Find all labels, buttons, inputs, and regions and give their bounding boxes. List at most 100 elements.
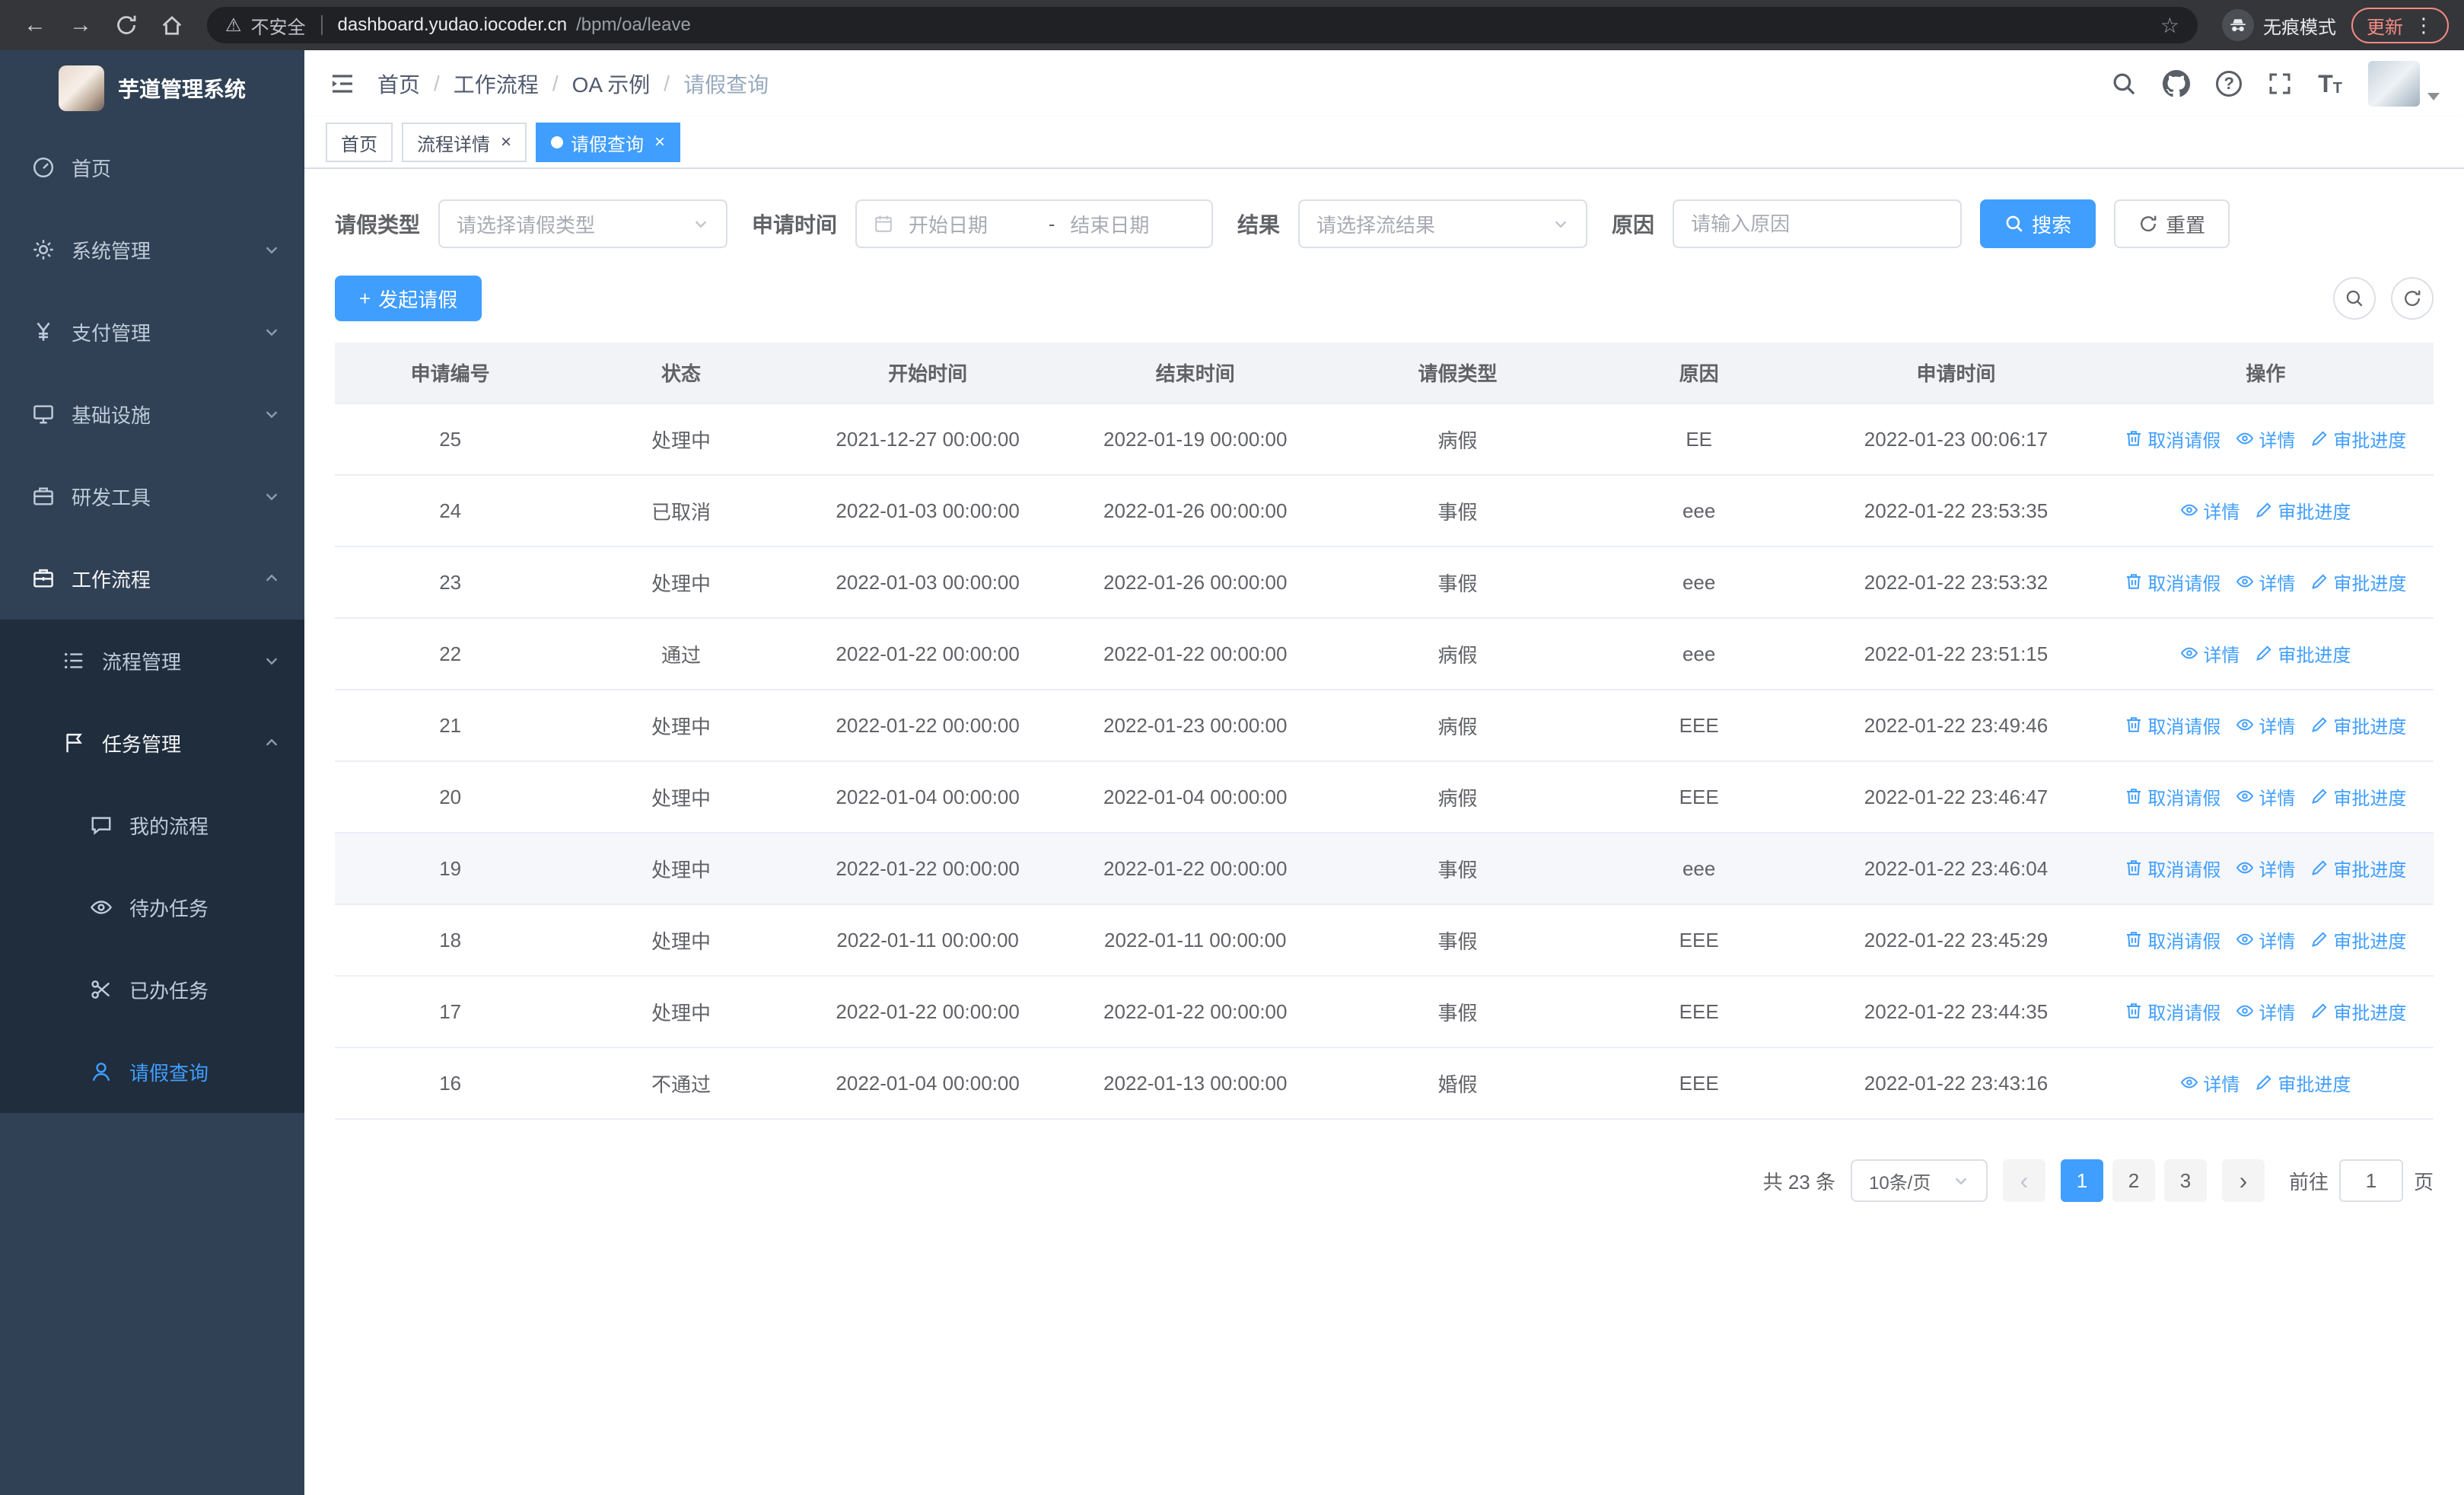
- sidebar-item-done-tasks[interactable]: 已办任务: [0, 948, 304, 1031]
- page-jump-input[interactable]: [2338, 1159, 2403, 1202]
- tab-process-detail[interactable]: 流程详情 ×: [402, 123, 527, 162]
- action-detail[interactable]: 详情: [2180, 1069, 2240, 1096]
- help-icon[interactable]: ?: [2216, 71, 2243, 97]
- close-icon[interactable]: ×: [501, 133, 511, 151]
- cell-reason: eee: [1583, 833, 1815, 905]
- action-progress[interactable]: 审批进度: [2255, 1069, 2351, 1096]
- page-3-button[interactable]: 3: [2163, 1159, 2207, 1202]
- action-cancel[interactable]: 取消请假: [2125, 426, 2220, 452]
- create-leave-button[interactable]: + 发起请假: [335, 276, 482, 321]
- cell-leave-type: 病假: [1332, 618, 1584, 690]
- fullscreen-icon[interactable]: [2268, 72, 2292, 96]
- cell-apply-id: 17: [335, 976, 566, 1048]
- cell-end-time: 2022-01-22 00:00:00: [1059, 618, 1332, 690]
- search-icon[interactable]: [2111, 71, 2137, 97]
- action-progress[interactable]: 审批进度: [2310, 569, 2406, 595]
- action-progress[interactable]: 审批进度: [2310, 855, 2406, 881]
- reset-button[interactable]: 重置: [2114, 199, 2230, 248]
- action-detail[interactable]: 详情: [2236, 926, 2295, 953]
- close-icon[interactable]: ×: [654, 133, 665, 151]
- action-detail[interactable]: 详情: [2236, 783, 2295, 810]
- action-cancel[interactable]: 取消请假: [2125, 783, 2220, 810]
- url-path: /bpm/oa/leave: [576, 14, 691, 35]
- action-cancel[interactable]: 取消请假: [2125, 855, 2220, 881]
- github-icon[interactable]: [2163, 70, 2191, 97]
- browser-chrome: ← → ⚠ 不安全 dashboard.yudao.iocoder.cn/bpm…: [0, 0, 2464, 50]
- breadcrumb-item-oa-example[interactable]: OA 示例: [572, 69, 651, 99]
- browser-menu-icon[interactable]: ⋮: [2414, 14, 2434, 37]
- action-progress[interactable]: 审批进度: [2310, 712, 2406, 738]
- next-page-button[interactable]: ›: [2221, 1159, 2265, 1202]
- sidebar-item-system[interactable]: 系统管理: [0, 209, 304, 291]
- leave-type-select[interactable]: 请选择请假类型: [438, 199, 728, 248]
- font-size-icon[interactable]: TT: [2318, 72, 2342, 96]
- col-apply-id: 申请编号: [335, 343, 566, 404]
- tab-leave-query[interactable]: 请假查询 ×: [536, 123, 681, 162]
- sidebar-item-my-process[interactable]: 我的流程: [0, 784, 304, 866]
- breadcrumb-item-home[interactable]: 首页: [377, 69, 420, 99]
- update-button[interactable]: 更新 ⋮: [2351, 7, 2449, 43]
- action-cancel[interactable]: 取消请假: [2125, 998, 2220, 1025]
- apply-time-range-picker[interactable]: 开始日期 - 结束日期: [855, 199, 1214, 248]
- hamburger-icon[interactable]: [329, 70, 356, 97]
- sidebar-item-leave-query[interactable]: 请假查询: [0, 1031, 304, 1113]
- tab-label: 首页: [341, 134, 377, 155]
- breadcrumb-item-workflow[interactable]: 工作流程: [454, 69, 539, 99]
- table-header-row: 申请编号 状态 开始时间 结束时间 请假类型 原因 申请时间 操作: [335, 343, 2434, 404]
- action-detail[interactable]: 详情: [2180, 497, 2240, 524]
- cell-end-time: 2022-01-26 00:00:00: [1059, 475, 1332, 547]
- action-cancel[interactable]: 取消请假: [2125, 569, 2220, 595]
- sidebar-item-home[interactable]: 首页: [0, 126, 304, 209]
- page-1-button[interactable]: 1: [2060, 1159, 2103, 1202]
- view-icon: [2236, 930, 2254, 948]
- reason-input[interactable]: [1674, 201, 1961, 247]
- action-detail[interactable]: 详情: [2236, 426, 2295, 452]
- action-progress[interactable]: 审批进度: [2310, 783, 2406, 810]
- pager-pages: 123: [2060, 1159, 2207, 1202]
- result-select[interactable]: 请选择流结果: [1298, 199, 1588, 248]
- action-detail[interactable]: 详情: [2236, 712, 2295, 738]
- action-progress[interactable]: 审批进度: [2310, 998, 2406, 1025]
- action-detail[interactable]: 详情: [2236, 855, 2295, 881]
- search-toggle-button[interactable]: [2333, 277, 2376, 320]
- search-button[interactable]: 搜索: [1980, 199, 2096, 248]
- prev-page-button[interactable]: ‹: [2002, 1159, 2045, 1202]
- page-2-button[interactable]: 2: [2112, 1159, 2155, 1202]
- cell-reason: EEE: [1583, 976, 1815, 1048]
- tab-home[interactable]: 首页: [326, 123, 393, 162]
- action-progress[interactable]: 审批进度: [2255, 497, 2351, 524]
- sidebar-item-label: 基础设施: [72, 403, 151, 427]
- forward-icon[interactable]: →: [61, 5, 100, 45]
- action-detail[interactable]: 详情: [2180, 640, 2240, 667]
- bookmark-star-icon[interactable]: ☆: [2160, 13, 2179, 38]
- search-icon: [2345, 288, 2364, 308]
- sidebar-item-dev-tools[interactable]: 研发工具: [0, 455, 304, 537]
- cell-start-time: 2022-01-03 00:00:00: [796, 547, 1059, 619]
- back-icon[interactable]: ←: [15, 5, 55, 45]
- top-navbar: 首页 / 工作流程 / OA 示例 / 请假查询 ? T T: [304, 50, 2464, 117]
- sidebar-item-task-management[interactable]: 任务管理: [0, 702, 304, 784]
- action-progress[interactable]: 审批进度: [2255, 640, 2351, 667]
- url-bar[interactable]: ⚠ 不安全 dashboard.yudao.iocoder.cn/bpm/oa/…: [207, 7, 2198, 43]
- action-cancel[interactable]: 取消请假: [2125, 712, 2220, 738]
- action-detail[interactable]: 详情: [2236, 569, 2295, 595]
- sidebar-item-process-management[interactable]: 流程管理: [0, 620, 304, 702]
- action-cancel[interactable]: 取消请假: [2125, 926, 2220, 953]
- action-detail[interactable]: 详情: [2236, 998, 2295, 1025]
- action-progress[interactable]: 审批进度: [2310, 926, 2406, 953]
- sidebar-item-workflow[interactable]: 工作流程: [0, 537, 304, 620]
- app-logo[interactable]: 芋道管理系统: [0, 50, 304, 126]
- reason-label: 原因: [1612, 213, 1655, 237]
- security-warning-icon: ⚠: [225, 14, 242, 36]
- home-icon[interactable]: [152, 5, 192, 45]
- reload-icon[interactable]: [107, 5, 146, 45]
- action-progress[interactable]: 审批进度: [2310, 426, 2406, 452]
- user-avatar[interactable]: [2368, 61, 2440, 107]
- cell-actions: 详情 审批进度: [2097, 1047, 2434, 1120]
- result-label: 结果: [1237, 213, 1281, 237]
- sidebar-item-infrastructure[interactable]: 基础设施: [0, 373, 304, 455]
- sidebar-item-payment[interactable]: 支付管理: [0, 291, 304, 373]
- refresh-button[interactable]: [2391, 277, 2434, 320]
- sidebar-item-todo-tasks[interactable]: 待办任务: [0, 866, 304, 948]
- page-size-select[interactable]: 10条/页: [1850, 1159, 1988, 1202]
